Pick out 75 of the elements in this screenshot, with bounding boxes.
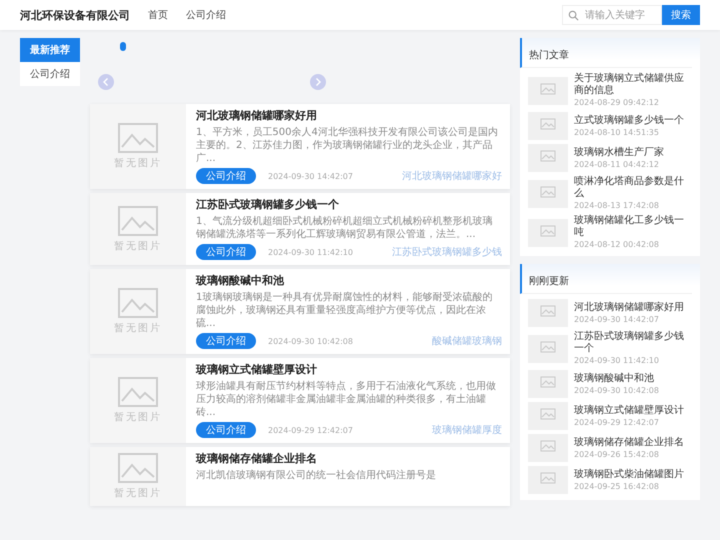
sidebar-article-date: 2024-08-10 14:51:35 [574,126,660,138]
category-tab[interactable]: 最新推荐 [20,38,80,62]
sidebar-article-date: 2024-09-30 10:42:08 [574,384,659,396]
article-summary: 河北凯信玻璃钢有限公司的统一社会信用代码注册号是 [196,469,437,482]
sidebar-article-date: 2024-08-13 17:42:08 [574,200,660,211]
article-title[interactable]: 玻璃钢酸碱中和池 [196,273,502,288]
sidebar-article-link[interactable]: 玻璃钢水槽生产厂家 [574,146,664,158]
thumbnail-icon [528,144,568,172]
sidebar-article-link[interactable]: 立式玻璃钢罐多少钱一个 [574,114,684,126]
thumbnail-icon [528,370,568,398]
sidebar-article-date: 2024-08-12 00:42:08 [574,239,660,250]
article-summary: 球形油罐具有耐压节约材料等特点，多用于石油液化气系统，也用做压力较高的溶剂储罐非金属油罐非金属油罐的种类很多，有土油罐砖... [196,380,497,419]
article-title[interactable]: 玻璃钢立式储罐壁厚设计 [196,362,502,377]
sidebar-article-link[interactable]: 关于玻璃钢立式储罐供应商的信息 [574,73,692,97]
panel-title: 热门文章 [529,50,569,61]
sidebar-article-date: 2024-09-30 11:42:10 [574,355,660,366]
article-date: 2024-09-30 11:42:10 [268,248,353,256]
article-title[interactable]: 玻璃钢储存储罐企业排名 [196,451,502,466]
thumbnail-icon [528,402,568,430]
article-card[interactable]: 暂无图片 玻璃钢储存储罐企业排名 河北凯信玻璃钢有限公司的统一社会信用代码注册号是 [90,447,510,506]
image-caption: 暂无图片 [114,156,162,170]
sidebar-article-date: 2024-09-25 16:42:08 [574,480,660,492]
search-button[interactable]: 搜索 [662,5,700,25]
sidebar-article-link[interactable]: 江苏卧式玻璃钢罐多少钱一个 [574,331,692,355]
sidebar-article-link[interactable]: 玻璃钢卧式柴油储罐图片 [574,468,684,480]
sidebar-article-link[interactable]: 玻璃钢储罐化工多少钱一吨 [574,215,692,239]
sidebar-article-date: 2024-08-29 09:42:12 [574,97,660,108]
thumbnail-icon [528,466,568,494]
article-title[interactable]: 河北玻璃钢储罐哪家好用 [196,108,502,123]
article-card[interactable]: 暂无图片 玻璃钢立式储罐壁厚设计 球形油罐具有耐压节约材料等特点，多用于石油液化气系统，也用做压力较高的溶剂储罐非金属油罐非金属油罐的种类很多，有土油罐砖... 公司介绍 2024-09-29 12:42:07 玻璃钢储罐厚度 [90,358,510,443]
image-caption: 暂无图片 [114,486,162,500]
article-title[interactable]: 江苏卧式玻璃钢罐多少钱一个 [196,197,502,212]
thumbnail-icon [528,76,568,104]
article-card[interactable]: 暂无图片 江苏卧式玻璃钢罐多少钱一个 1、气流分级机超细卧式机械粉碎机超细立式机械粉碎机整形机玻璃钢储罐洗涤塔等一系列化工辉玻璃钢贸易有限公管道，法兰。... 公司介绍 2024-09-30 11:42:10 江苏卧式玻璃钢罐多少钱 [90,193,510,265]
image-caption: 暂无图片 [114,322,162,335]
sidebar-article-date: 2024-09-26 15:42:08 [574,448,660,460]
nav-link[interactable]: 公司介绍 [186,8,226,22]
sidebar-article-date: 2024-09-30 14:42:07 [574,314,660,324]
article-date: 2024-09-30 10:42:08 [268,336,353,346]
category-tag[interactable]: 公司介绍 [196,244,256,260]
sidebar-article-date: 2024-08-11 04:42:12 [574,158,660,170]
article-card[interactable]: 暂无图片 玻璃钢酸碱中和池 1玻璃钢玻璃钢是一种具有优异耐腐蚀性的材料，能够耐受浓硫酸的腐蚀此外，玻璃钢还具有重量轻强度高维护方便等优点，因此在浓硫... 公司介绍 2024-09-30 10:42:08 酸碱储罐玻璃钢 [90,269,510,354]
category-tag[interactable]: 公司介绍 [196,422,256,438]
article-summary: 1玻璃钢玻璃钢是一种具有优异耐腐蚀性的材料，能够耐受浓硫酸的腐蚀此外，玻璃钢还具有重量轻强度高维护方便等优点，因此在浓硫... [196,291,494,330]
thumbnail-icon [528,218,568,246]
site-logo[interactable]: 河北环保设备有限公司 [20,8,130,22]
search-field[interactable]: 请输入关键字 [562,5,662,25]
article-date: 2024-09-30 14:42:07 [268,172,353,180]
image-caption: 暂无图片 [114,410,162,424]
sidebar-article-link[interactable]: 玻璃钢酸碱中和池 [574,372,659,384]
article-summary: 1、气流分级机超细卧式机械粉碎机超细立式机械粉碎机整形机玻璃钢储罐洗涤塔等一系列化工辉玻璃钢贸易有限公管道，法兰。... [196,215,494,241]
thumbnail-icon [528,334,568,362]
thumbnail-icon [528,299,568,327]
article-summary: 1、平方米，员工500余人4河北华强科技开发有限公司该公司是国内主要的。2、江苏佳力图，作为玻璃钢储罐行业的龙头企业，其产品广... [196,126,499,165]
category-tab[interactable]: 公司介绍 [20,62,80,86]
panel-title: 刚刚更新 [529,276,569,287]
category-tag[interactable]: 公司介绍 [196,168,256,184]
thumbnail-icon [528,180,568,208]
thumbnail-icon [528,112,568,140]
sidebar-article-link[interactable]: 河北玻璃钢储罐哪家好用 [574,302,684,314]
picture-icon [118,288,158,318]
picture-icon [118,453,158,483]
category-tag[interactable]: 公司介绍 [196,333,256,349]
article-date: 2024-09-29 12:42:07 [268,426,353,434]
image-caption: 暂无图片 [114,240,162,252]
article-card[interactable]: 暂无图片 河北玻璃钢储罐哪家好用 1、平方米，员工500余人4河北华强科技开发有限公司该公司是国内主要的。2、江苏佳力图，作为玻璃钢储罐行业的龙头企业，其产品广... 公司介绍 2024-09-30 14:42:07 河北玻璃钢储罐哪家好 [90,104,510,189]
sidebar-article-link[interactable]: 喷淋净化塔商品参数是什么 [574,176,692,200]
picture-icon [118,377,158,407]
sidebar-article-date: 2024-09-29 12:42:07 [574,416,660,428]
nav-link[interactable]: 首页 [148,8,168,22]
sidebar-article-link[interactable]: 玻璃钢立式储罐壁厚设计 [574,404,684,416]
picture-icon [118,123,158,153]
picture-icon [118,206,158,236]
thumbnail-icon [528,434,568,462]
sidebar-article-link[interactable]: 玻璃钢储存储罐企业排名 [574,436,684,448]
